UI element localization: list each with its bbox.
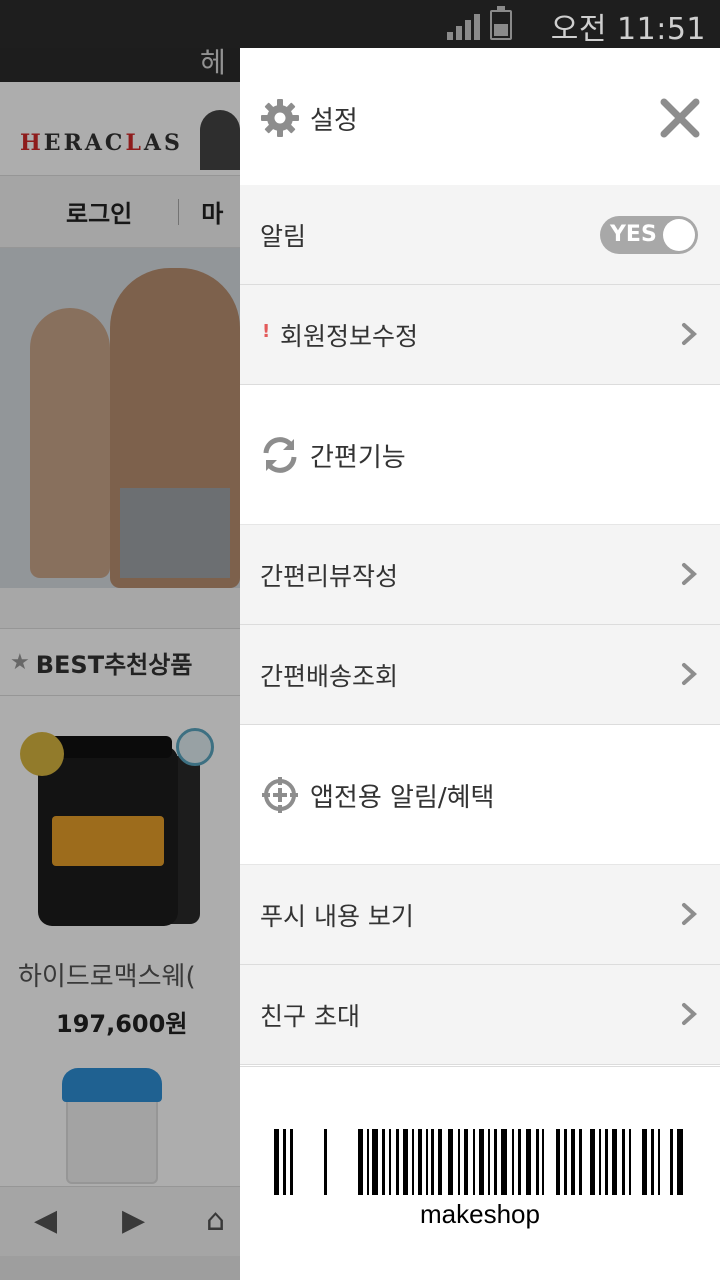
target-plus-icon	[262, 777, 298, 813]
invite-friend-label: 친구 초대	[260, 1002, 360, 1031]
app-benefits-section: 앱전용 알림/혜택	[240, 725, 720, 865]
refresh-icon	[263, 437, 297, 473]
chevron-right-icon	[682, 903, 697, 925]
notification-label: 알림	[260, 222, 307, 251]
chevron-right-icon	[682, 1003, 697, 1025]
easy-review-label: 간편리뷰작성	[260, 562, 399, 591]
barcode-image	[274, 1129, 683, 1195]
overlay-dim[interactable]	[0, 48, 240, 1280]
battery-icon	[490, 6, 512, 40]
notification-row: 알림 YES	[240, 185, 720, 285]
toggle-knob	[663, 219, 695, 251]
status-time: 오전 11:51	[550, 12, 706, 47]
chevron-right-icon	[682, 563, 697, 585]
easy-features-section: 간편기능	[240, 385, 720, 525]
barcode-text: makeshop	[420, 1199, 540, 1229]
chevron-right-icon	[682, 323, 697, 345]
member-info-label: 회원정보수정	[280, 322, 419, 351]
settings-panel: 설정 알림 YES ! 회원정보수정 간편기능 간편리뷰작성 간편배송조회 앱전…	[240, 48, 720, 1280]
notification-toggle[interactable]: YES	[600, 216, 698, 254]
alert-icon: !	[262, 321, 271, 342]
gear-icon	[261, 99, 299, 137]
easy-delivery-label: 간편배송조회	[260, 662, 399, 691]
signal-icon	[447, 10, 480, 40]
chevron-right-icon	[682, 663, 697, 685]
app-benefits-label: 앱전용 알림/혜택	[310, 783, 495, 813]
close-icon[interactable]	[658, 96, 702, 140]
panel-header: 설정	[240, 48, 720, 185]
easy-features-label: 간편기능	[310, 443, 406, 473]
push-content-label: 푸시 내용 보기	[260, 902, 414, 931]
easy-delivery-row[interactable]: 간편배송조회	[240, 625, 720, 725]
member-info-row[interactable]: ! 회원정보수정	[240, 285, 720, 385]
invite-friend-row[interactable]: 친구 초대	[240, 965, 720, 1065]
push-content-row[interactable]: 푸시 내용 보기	[240, 865, 720, 965]
status-icons	[447, 6, 512, 40]
barcode-area: makeshop	[240, 1066, 720, 1280]
toggle-text: YES	[610, 222, 657, 247]
easy-review-row[interactable]: 간편리뷰작성	[240, 525, 720, 625]
panel-title: 설정	[310, 106, 358, 136]
status-bar: 오전 11:51	[0, 0, 720, 48]
